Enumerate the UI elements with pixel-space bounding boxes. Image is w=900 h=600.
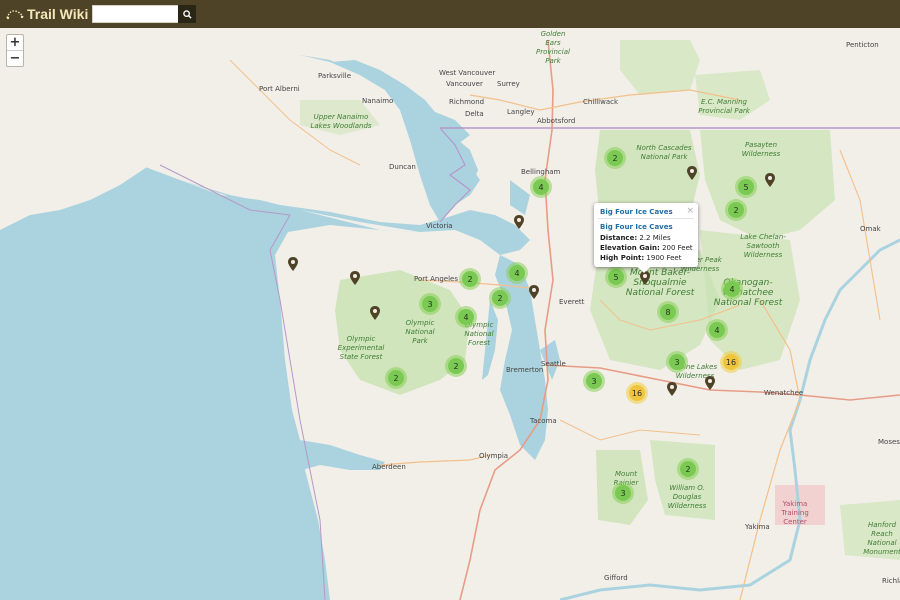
brand-logo[interactable]: Trail Wiki	[6, 4, 88, 24]
zoom-in-button[interactable]: +	[7, 35, 23, 50]
city-label: Wenatchee	[764, 389, 804, 397]
trail-cluster[interactable]: 16	[626, 382, 648, 404]
trail-cluster[interactable]: 4	[530, 176, 552, 198]
trail-marker-icon[interactable]	[514, 215, 524, 229]
popup-close-button[interactable]: ×	[686, 206, 694, 216]
zoom-out-button[interactable]: −	[7, 50, 23, 66]
city-label: West Vancouver	[439, 69, 496, 77]
trail-cluster[interactable]: 2	[725, 199, 747, 221]
trail-marker-selected-icon[interactable]	[640, 271, 650, 285]
city-label: Richland	[882, 577, 900, 585]
city-label: Delta	[465, 110, 484, 118]
trail-cluster[interactable]: 16	[720, 351, 742, 373]
city-label: Port Alberni	[259, 85, 300, 93]
city-label: Vancouver	[446, 80, 483, 88]
trail-popup: Big Four Ice Caves × Big Four Ice Caves …	[594, 203, 698, 273]
city-label: Bremerton	[506, 366, 544, 374]
search-button[interactable]	[178, 5, 196, 23]
city-label: Moses	[878, 438, 900, 446]
park-label: Okanogan-Wenatchee National Forest	[713, 278, 783, 308]
city-label: Surrey	[497, 80, 520, 88]
boot-print-icon	[6, 10, 24, 20]
park-label: William O. Douglas Wilderness	[667, 484, 707, 510]
trail-cluster[interactable]: 4	[706, 319, 728, 341]
trail-cluster[interactable]: 3	[612, 482, 634, 504]
trail-cluster[interactable]: 3	[666, 351, 688, 373]
park-label: Upper Nanaimo Lakes Woodlands	[310, 113, 372, 130]
park-label: Lake Chelan-Sawtooth Wilderness	[740, 233, 786, 259]
city-label: Richmond	[449, 98, 485, 106]
trail-cluster[interactable]: 4	[506, 262, 528, 284]
zoom-control: + −	[6, 34, 24, 67]
park-label: Yakima Training Center	[781, 500, 809, 526]
park-label: E.C. Manning Provincial Park	[698, 98, 750, 115]
city-label: Nanaimo	[362, 97, 394, 105]
city-label: Victoria	[426, 222, 453, 230]
trail-cluster[interactable]: 3	[419, 293, 441, 315]
trail-marker-icon[interactable]	[765, 173, 775, 187]
city-label: Gifford	[604, 574, 628, 582]
city-label: Duncan	[389, 163, 416, 171]
popup-title: Big Four Ice Caves	[600, 208, 673, 216]
trail-cluster[interactable]: 5	[605, 266, 627, 288]
map-base-layer	[0, 28, 900, 600]
trail-cluster[interactable]: 5	[735, 176, 757, 198]
trail-marker-icon[interactable]	[667, 382, 677, 396]
park-label: Hanford Reach National Monument	[863, 521, 900, 556]
city-label: Olympia	[479, 452, 509, 460]
trail-marker-icon[interactable]	[705, 376, 715, 390]
park-label: North Cascades National Park	[636, 144, 692, 161]
city-label: Bellingham	[521, 168, 561, 176]
trail-cluster[interactable]: 2	[604, 147, 626, 169]
trail-cluster[interactable]: 2	[677, 458, 699, 480]
trail-cluster[interactable]: 2	[445, 355, 467, 377]
city-label: Port Angeles	[414, 275, 458, 283]
trail-marker-icon[interactable]	[687, 166, 697, 180]
city-label: Omak	[860, 225, 881, 233]
popup-tip	[638, 267, 650, 273]
city-label: Chilliwack	[583, 98, 619, 106]
park-label: Golden Ears Provincial Park	[536, 30, 570, 65]
search-icon	[182, 9, 192, 19]
park-label: Olympic Experimental State Forest	[337, 335, 385, 361]
city-label: Tacoma	[530, 417, 557, 425]
city-label: Parksville	[318, 72, 352, 80]
trail-cluster[interactable]: 2	[489, 287, 511, 309]
popup-elevation-gain: Elevation Gain: 200 Feet	[600, 244, 693, 252]
popup-distance: Distance: 2.2 Miles	[600, 234, 671, 242]
city-label: Seattle	[541, 360, 566, 368]
map-canvas[interactable]: Port Alberni Parksville Nanaimo Vancouve…	[0, 28, 900, 600]
city-label: Langley	[507, 108, 535, 116]
header-bar: Trail Wiki	[0, 0, 900, 28]
trail-cluster[interactable]: 4	[721, 278, 743, 300]
city-label: Yakima	[745, 523, 770, 531]
park-label: Pasayten Wilderness	[741, 141, 781, 158]
popup-divider	[598, 218, 694, 219]
city-label: Penticton	[846, 41, 879, 49]
search-input[interactable]	[92, 5, 180, 23]
trail-cluster[interactable]: 2	[385, 367, 407, 389]
city-label: Abbotsford	[537, 117, 576, 125]
city-label: Everett	[559, 298, 585, 306]
trail-marker-icon[interactable]	[350, 271, 360, 285]
trail-cluster[interactable]: 2	[459, 268, 481, 290]
brand-name: Trail Wiki	[27, 6, 89, 22]
city-label: Aberdeen	[372, 463, 406, 471]
trail-cluster[interactable]: 3	[583, 370, 605, 392]
trail-cluster[interactable]: 8	[657, 301, 679, 323]
popup-high-point: High Point: 1900 Feet	[600, 254, 682, 262]
trail-marker-icon[interactable]	[288, 257, 298, 271]
popup-trail-link[interactable]: Big Four Ice Caves	[600, 223, 673, 231]
trail-marker-icon[interactable]	[370, 306, 380, 320]
trail-marker-icon[interactable]	[529, 285, 539, 299]
park-label: Olympic National Park	[405, 319, 435, 345]
trail-cluster[interactable]: 4	[455, 306, 477, 328]
